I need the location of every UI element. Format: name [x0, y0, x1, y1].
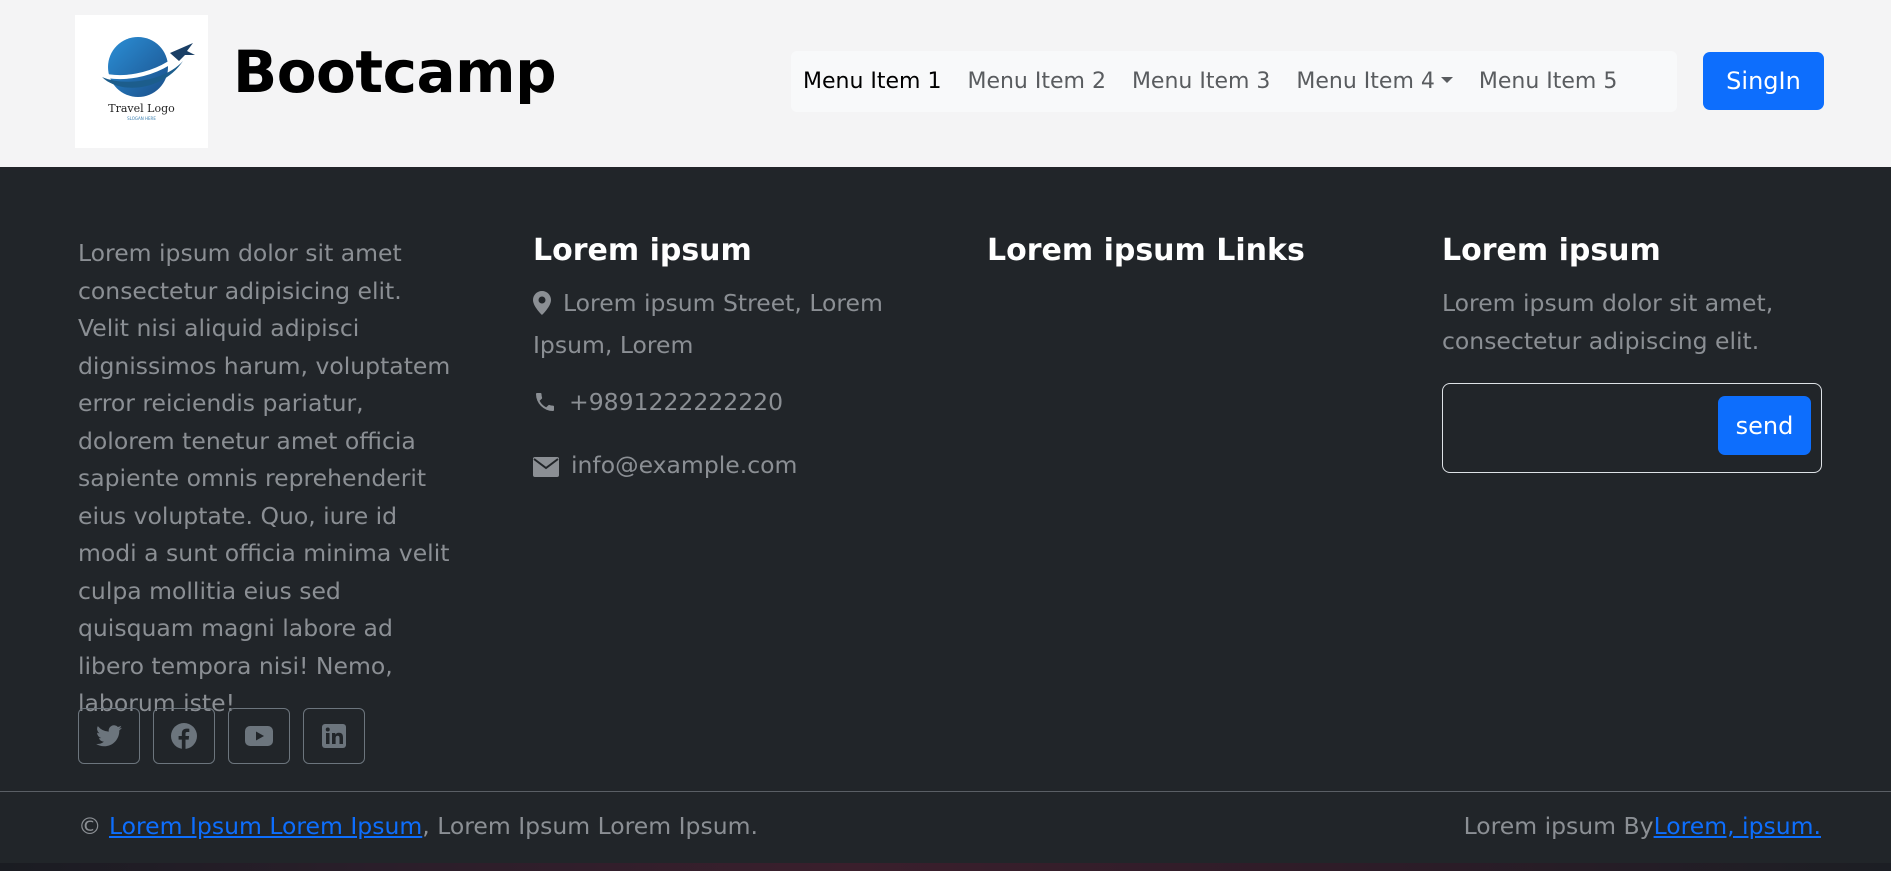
byline: Lorem ipsum ByLorem, ipsum.: [1464, 808, 1821, 845]
facebook-button[interactable]: [153, 708, 215, 764]
nav-item-2[interactable]: Menu Item 2: [967, 69, 1105, 94]
nav-item-4-dropdown[interactable]: Menu Item 4: [1296, 69, 1453, 94]
nav-item-label: Menu Item 2: [967, 69, 1106, 94]
brand-title[interactable]: Bootcamp: [233, 38, 557, 106]
byline-link[interactable]: Lorem, ipsum.: [1654, 812, 1821, 840]
contact-title: Lorem ipsum: [533, 233, 752, 268]
about-text: Lorem ipsum dolor sit amet consectetur a…: [78, 239, 451, 717]
twitter-button[interactable]: [78, 708, 140, 764]
caret-down-icon: [1440, 76, 1453, 83]
nav-item-label: Menu Item 3: [1131, 69, 1271, 94]
address-text: Lorem ipsum Street, Lorem Ipsum, Lorem: [533, 289, 883, 359]
newsletter-form: send: [1442, 383, 1822, 473]
bottom-edge-strip: [0, 863, 1891, 871]
newsletter-title: Lorem ipsum: [1442, 233, 1661, 268]
social-links: [78, 708, 365, 764]
send-button[interactable]: send: [1718, 396, 1811, 455]
globe-plane-icon: [96, 37, 195, 97]
email-text: info@example.com: [571, 451, 798, 479]
contact-email: info@example.com: [533, 447, 797, 489]
linkedin-button[interactable]: [303, 708, 365, 764]
youtube-button[interactable]: [228, 708, 290, 764]
footer-divider: [0, 791, 1891, 792]
youtube-icon: [245, 726, 273, 746]
copyright: © Lorem Ipsum Lorem Ipsum, Lorem Ipsum L…: [78, 808, 758, 845]
contact-address: Lorem ipsum Street, Lorem Ipsum, Lorem: [533, 285, 913, 364]
envelope-icon: [533, 451, 559, 489]
nav-item-1[interactable]: Menu Item 1: [803, 69, 941, 94]
phone-icon: [533, 388, 557, 426]
logo-text: Travel Logo: [108, 102, 175, 115]
twitter-icon: [96, 725, 122, 747]
contact-phone: +9891222222220: [533, 384, 783, 426]
nav-item-3[interactable]: Menu Item 3: [1132, 69, 1270, 94]
newsletter-text: Lorem ipsum dolor sit amet, consectetur …: [1442, 289, 1774, 355]
copyright-text: , Lorem Ipsum Lorem Ipsum.: [422, 812, 758, 840]
phone-text: +9891222222220: [569, 388, 784, 416]
facebook-icon: [171, 723, 197, 749]
linkedin-icon: [322, 724, 346, 748]
byline-text: Lorem ipsum By: [1463, 812, 1654, 840]
copyright-symbol: ©: [78, 812, 102, 840]
main-nav: Menu Item 1 Menu Item 2 Menu Item 3 Menu…: [791, 51, 1677, 112]
nav-item-5[interactable]: Menu Item 5: [1479, 69, 1617, 94]
nav-item-label: Menu Item 1: [803, 69, 942, 94]
links-title: Lorem ipsum Links: [987, 233, 1305, 268]
logo-slogan: SLOGAN HERE: [127, 116, 156, 121]
signin-button[interactable]: SingIn: [1703, 52, 1824, 110]
map-pin-icon: [533, 289, 551, 327]
travel-logo[interactable]: Travel Logo SLOGAN HERE: [75, 15, 208, 148]
nav-item-label: Menu Item 5: [1478, 69, 1618, 94]
nav-item-label: Menu Item 4: [1296, 69, 1435, 94]
newsletter-email-input[interactable]: [1453, 394, 1722, 462]
site-header: Travel Logo SLOGAN HERE Bootcamp Menu It…: [0, 0, 1891, 167]
copyright-link[interactable]: Lorem Ipsum Lorem Ipsum: [109, 812, 422, 840]
